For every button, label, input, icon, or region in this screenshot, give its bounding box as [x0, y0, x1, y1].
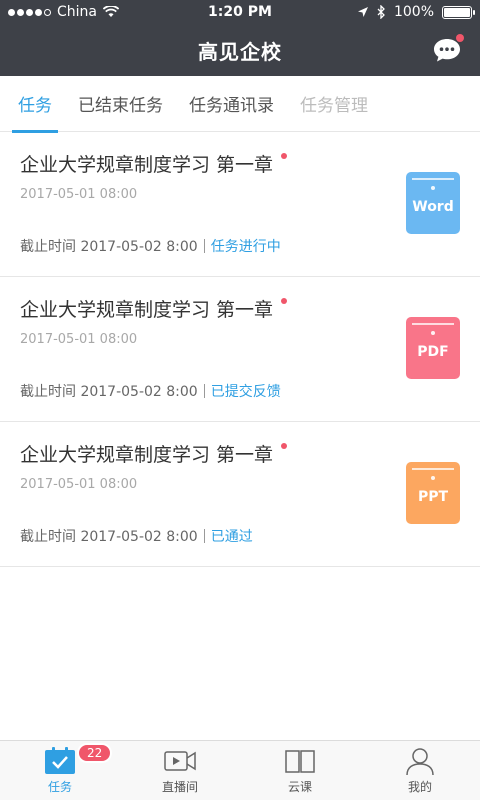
- task-title: 企业大学规章制度学习 第一章: [20, 150, 288, 177]
- pdf-file-icon: PDF: [406, 317, 460, 379]
- task-meta: 截止时间 2017-05-02 8:00 已提交反馈: [20, 381, 281, 401]
- nav-bar: 高见企校: [0, 24, 480, 76]
- task-status: 任务进行中: [210, 239, 281, 255]
- unread-dot: [281, 298, 288, 304]
- page-title: 高见企校: [198, 39, 282, 64]
- bottom-tab-cloud-course[interactable]: 云课: [240, 741, 360, 800]
- divider: [203, 384, 205, 398]
- list-item[interactable]: 企业大学规章制度学习 第一章 2017-05-01 08:00 截止时间 201…: [0, 422, 480, 567]
- bottom-tab-label: 我的: [407, 780, 432, 794]
- bottom-tab-tasks[interactable]: 任务 22: [0, 741, 120, 800]
- status-bar: China 1:20 PM 100%: [0, 0, 480, 24]
- bottom-tab-label: 任务: [47, 780, 72, 794]
- task-meta: 截止时间 2017-05-02 8:00 任务进行中: [20, 236, 281, 256]
- list-item[interactable]: 企业大学规章制度学习 第一章 2017-05-01 08:00 截止时间 201…: [0, 132, 480, 277]
- unread-dot: [281, 443, 288, 449]
- task-status: 已通过: [210, 529, 253, 545]
- bottom-tab-label: 直播间: [161, 780, 198, 794]
- messages-button[interactable]: [432, 34, 464, 64]
- divider: [203, 239, 205, 253]
- tab-task-contacts[interactable]: 任务通讯录: [189, 76, 274, 132]
- tab-bar: 任务 已结束任务 任务通讯录 任务管理: [0, 76, 480, 133]
- task-list: 企业大学规章制度学习 第一章 2017-05-01 08:00 截止时间 201…: [0, 132, 480, 567]
- task-deadline: 截止时间 2017-05-02 8:00: [20, 239, 198, 255]
- header: China 1:20 PM 100% 高见企校: [0, 0, 480, 76]
- task-check-icon: [45, 747, 75, 774]
- task-date: 2017-05-01 08:00: [20, 477, 138, 492]
- carrier-label: China: [57, 4, 97, 20]
- video-camera-icon: [164, 751, 196, 771]
- tab-tasks[interactable]: 任务: [12, 76, 58, 133]
- task-deadline: 截止时间 2017-05-02 8:00: [20, 529, 198, 545]
- battery-percent: 100%: [393, 4, 434, 20]
- book-icon: [285, 750, 315, 773]
- divider: [203, 529, 205, 543]
- task-title: 企业大学规章制度学习 第一章: [20, 295, 288, 322]
- task-meta: 截止时间 2017-05-02 8:00 已通过: [20, 526, 253, 546]
- task-date: 2017-05-01 08:00: [20, 187, 138, 202]
- bottom-tab-me[interactable]: 我的: [360, 741, 480, 800]
- bottom-tab-bar: 任务 22 直播间 云课 我的: [0, 740, 480, 800]
- user-icon: [406, 748, 434, 776]
- list-item[interactable]: 企业大学规章制度学习 第一章 2017-05-01 08:00 截止时间 201…: [0, 277, 480, 422]
- bluetooth-icon: [377, 5, 385, 19]
- bottom-tab-live[interactable]: 直播间: [120, 741, 240, 800]
- task-date: 2017-05-01 08:00: [20, 332, 138, 347]
- word-file-icon: Word: [406, 172, 460, 234]
- tab-finished-tasks[interactable]: 已结束任务: [78, 76, 163, 132]
- ppt-file-icon: PPT: [406, 462, 460, 524]
- unread-dot: [281, 153, 288, 159]
- wifi-icon: [103, 6, 119, 17]
- tab-task-management[interactable]: 任务管理: [300, 76, 368, 132]
- task-count-badge: 22: [77, 743, 113, 763]
- task-title: 企业大学规章制度学习 第一章: [20, 440, 288, 467]
- signal-strength-icon: [8, 8, 51, 16]
- task-status: 已提交反馈: [210, 384, 281, 400]
- notification-dot: [456, 34, 464, 42]
- location-arrow-icon: [357, 7, 368, 17]
- battery-icon: [442, 5, 475, 19]
- bottom-tab-label: 云课: [287, 780, 312, 794]
- task-deadline: 截止时间 2017-05-02 8:00: [20, 384, 198, 400]
